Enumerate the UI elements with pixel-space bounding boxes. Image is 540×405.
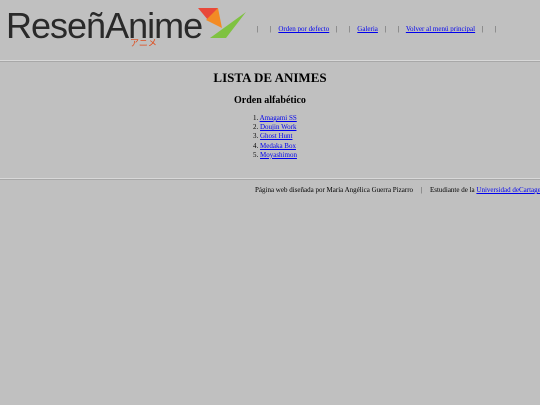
anime-link-amagami-ss[interactable]: Amagami SS bbox=[260, 114, 297, 122]
footer: Página web diseñada por María Angélica G… bbox=[255, 186, 540, 194]
nav-separator: | bbox=[349, 25, 351, 33]
list-item-number: 1. bbox=[253, 114, 259, 122]
page: ReseñAnime アニメ | | Orden por defecto | |… bbox=[0, 0, 540, 405]
site-logo: ReseñAnime アニメ bbox=[4, 4, 248, 49]
list-item: 3. Ghost Hunt bbox=[253, 132, 297, 141]
list-item-number: 5. bbox=[253, 150, 259, 159]
university-link-part-1: Universidad de bbox=[476, 186, 519, 194]
footer-student-prefix: Estudiante de la bbox=[429, 186, 475, 194]
anime-link-moyashimon[interactable]: Moyashimon bbox=[260, 151, 297, 159]
nav-link-galeria[interactable]: Galeria bbox=[357, 25, 378, 33]
list-item-number: 3. bbox=[253, 132, 259, 141]
nav-separator: | bbox=[257, 25, 259, 33]
header-divider bbox=[0, 60, 540, 62]
nav-link-orden-por-defecto[interactable]: Orden por defecto bbox=[278, 25, 329, 33]
nav-link-volver-menu[interactable]: Volver al menú principal bbox=[406, 25, 475, 33]
header: ReseñAnime アニメ | | Orden por defecto | |… bbox=[0, 0, 540, 60]
logo-text: ReseñAnime bbox=[6, 5, 203, 46]
list-item: 1. Amagami SS bbox=[253, 114, 297, 123]
nav-separator: | bbox=[335, 25, 338, 33]
logo-subtitle: アニメ bbox=[130, 39, 157, 49]
university-link[interactable]: Universidad deCartagena bbox=[476, 186, 540, 194]
top-nav: | | Orden por defecto | | Galeria | | Vo… bbox=[252, 25, 501, 33]
list-item: 2. Doujin Work bbox=[253, 123, 297, 132]
logo-mark-icon bbox=[198, 8, 246, 38]
footer-separator: | bbox=[420, 186, 423, 194]
nav-separator: | bbox=[495, 25, 497, 33]
anime-link-doujin-work[interactable]: Doujin Work bbox=[260, 123, 296, 131]
list-item-number: 2. bbox=[253, 123, 259, 132]
list-item: 5. Moyashimon bbox=[253, 151, 297, 160]
footer-credit: Página web diseñada por María Angélica G… bbox=[255, 186, 414, 194]
page-subtitle: Orden alfabético bbox=[234, 95, 306, 106]
nav-separator: | bbox=[270, 25, 272, 33]
list-item-number: 4. bbox=[253, 141, 259, 150]
nav-separator: | bbox=[481, 25, 484, 33]
nav-separator: | bbox=[384, 25, 387, 33]
page-title: LISTA DE ANIMES bbox=[213, 70, 327, 85]
anime-list: 1. Amagami SS 2. Doujin Work 3. Ghost Hu… bbox=[253, 114, 297, 160]
footer-divider bbox=[0, 178, 540, 180]
anime-link-ghost-hunt[interactable]: Ghost Hunt bbox=[260, 132, 292, 140]
nav-separator: | bbox=[397, 25, 400, 33]
anime-link-medaka-box[interactable]: Medaka Box bbox=[260, 142, 296, 150]
university-link-part-2: Cartagena bbox=[518, 186, 540, 194]
list-item: 4. Medaka Box bbox=[253, 142, 297, 151]
